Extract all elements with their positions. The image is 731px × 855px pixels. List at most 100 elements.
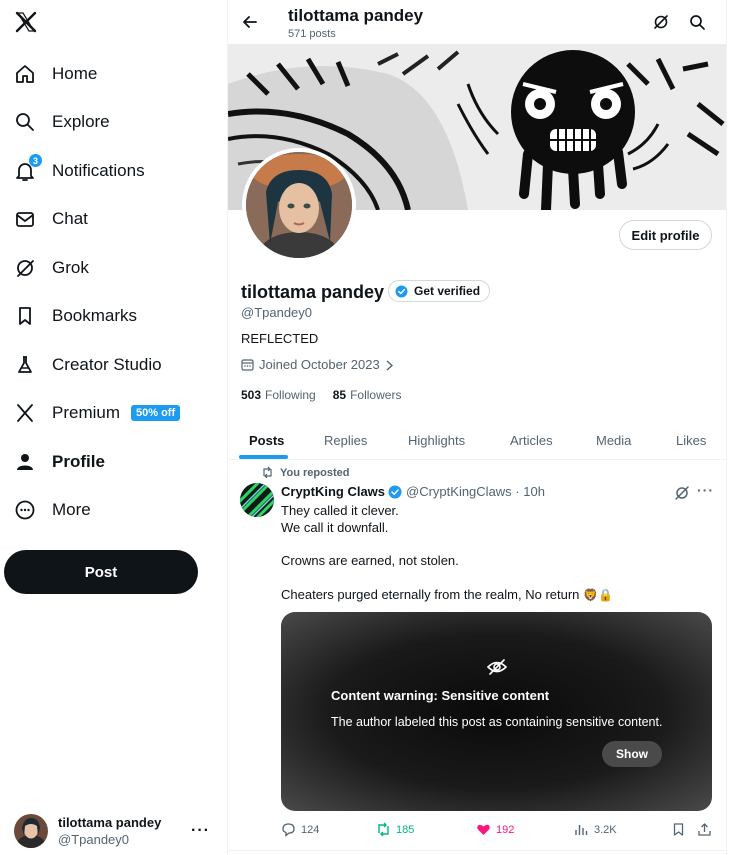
sidebar-item-label: Notifications	[52, 161, 145, 180]
sidebar-item-label: Grok	[52, 258, 89, 277]
followers-link[interactable]: 85 Followers	[333, 388, 402, 402]
sidebar-item-grok[interactable]: Grok	[14, 248, 89, 288]
divider	[228, 850, 726, 851]
reply-button[interactable]: 124	[281, 822, 319, 837]
avatar[interactable]	[240, 483, 274, 517]
flask-icon	[14, 354, 36, 376]
sidebar-item-more[interactable]: More	[14, 490, 91, 530]
post-actions: 124 185 192 3.2K	[281, 822, 721, 840]
reply-icon	[281, 822, 296, 837]
followers-label: Followers	[350, 388, 402, 402]
sidebar-item-chat[interactable]: Chat	[14, 199, 88, 239]
post-separator: ·	[511, 484, 524, 499]
profile-bio: REFLECTED	[241, 331, 319, 346]
views-button[interactable]: 3.2K	[574, 822, 617, 837]
repost-icon	[376, 822, 391, 837]
sidebar-item-label: Chat	[52, 209, 88, 228]
post-author[interactable]: CryptKing Claws	[281, 484, 385, 499]
search-icon[interactable]	[688, 13, 706, 31]
repost-label: You reposted	[280, 466, 350, 479]
grok-icon[interactable]	[674, 485, 690, 501]
bookmark-icon	[14, 305, 36, 327]
bar-chart-icon	[574, 822, 589, 837]
main-column: tilottama pandey 571 posts Edit profile …	[228, 0, 727, 855]
post-text-content: Cheaters purged eternally from the realm…	[281, 587, 580, 602]
tab-highlights[interactable]: Highlights	[408, 420, 465, 460]
views-count: 3.2K	[594, 823, 617, 836]
sidebar-item-label: Home	[52, 64, 98, 83]
avatar	[14, 814, 48, 848]
sensitive-content-card: Content warning: Sensitive content The a…	[281, 612, 712, 811]
profile-name: tilottama pandey	[241, 282, 385, 302]
like-count: 192	[496, 823, 515, 836]
get-verified-label: Get verified	[414, 284, 481, 298]
tab-posts[interactable]: Posts	[249, 420, 284, 460]
post-text-line: They called it clever.	[281, 503, 399, 518]
more-icon[interactable]: ···	[191, 822, 210, 840]
reply-count: 124	[301, 823, 320, 836]
post-button[interactable]: Post	[4, 550, 198, 594]
page-title: tilottama pandey	[288, 6, 424, 25]
profile-tabs: Posts Replies Highlights Articles Media …	[228, 420, 726, 460]
sidebar-item-profile[interactable]: Profile	[14, 442, 105, 482]
verified-badge-icon	[388, 485, 402, 499]
sidebar-item-bookmarks[interactable]: Bookmarks	[14, 296, 137, 336]
person-icon	[14, 451, 36, 473]
sidebar: Home Explore 3 Notifications Chat Grok B…	[0, 0, 228, 855]
show-button[interactable]: Show	[602, 741, 662, 767]
sensitive-title: Content warning: Sensitive content	[331, 688, 550, 703]
joined-date[interactable]: Joined October 2023	[241, 357, 394, 372]
x-logo-icon[interactable]	[14, 10, 38, 34]
post-text-line: Crowns are earned, not stolen.	[281, 553, 459, 568]
like-button[interactable]: 192	[476, 822, 514, 837]
active-tab-indicator	[239, 455, 288, 459]
discount-badge: 50% off	[131, 405, 181, 421]
following-count: 503	[241, 388, 262, 402]
account-handle: @Tpandey0	[58, 832, 130, 847]
tab-media[interactable]: Media	[596, 420, 631, 460]
following-link[interactable]: 503 Following	[241, 388, 316, 402]
account-switcher[interactable]: tilottama pandey @Tpandey0 ···	[14, 812, 214, 850]
get-verified-button[interactable]: Get verified	[388, 280, 491, 302]
lion-lock-emoji: 🦁🔒	[583, 588, 613, 602]
home-icon	[14, 63, 36, 85]
post-text-line: Cheaters purged eternally from the realm…	[281, 587, 613, 602]
tab-articles[interactable]: Articles	[510, 420, 553, 460]
bookmark-button[interactable]	[671, 822, 691, 837]
post-handle[interactable]: @CryptKingClaws	[406, 484, 512, 499]
follow-stats: 503 Following 85 Followers	[241, 388, 418, 402]
sidebar-item-label: Profile	[52, 452, 105, 471]
profile-avatar[interactable]	[242, 148, 356, 262]
sidebar-item-notifications[interactable]: 3 Notifications	[14, 151, 145, 191]
notification-count-badge: 3	[29, 154, 42, 167]
tab-replies[interactable]: Replies	[324, 420, 367, 460]
post-time[interactable]: 10h	[523, 484, 545, 499]
sidebar-item-creator-studio[interactable]: Creator Studio	[14, 345, 162, 385]
account-name: tilottama pandey	[58, 815, 162, 830]
calendar-icon	[241, 358, 254, 371]
sidebar-item-explore[interactable]: Explore	[14, 102, 110, 142]
sidebar-item-premium[interactable]: Premium 50% off	[14, 393, 181, 433]
followers-count: 85	[332, 388, 347, 402]
following-label: Following	[265, 388, 316, 402]
post-header: CryptKing Claws @CryptKingClaws · 10h	[281, 484, 545, 499]
post-count: 571 posts	[288, 28, 336, 40]
share-icon	[697, 822, 712, 837]
share-button[interactable]	[697, 822, 717, 837]
eye-off-icon	[486, 658, 508, 676]
more-icon[interactable]: ···	[697, 482, 714, 498]
joined-label: Joined October 2023	[259, 357, 380, 372]
back-arrow-icon[interactable]	[240, 12, 260, 32]
repost-button[interactable]: 185	[376, 822, 414, 837]
chevron-right-icon	[385, 359, 394, 371]
sidebar-item-label: More	[52, 500, 91, 519]
grok-icon[interactable]	[652, 13, 670, 31]
edit-profile-button[interactable]: Edit profile	[619, 220, 712, 250]
sidebar-item-label: Bookmarks	[52, 306, 138, 325]
verified-badge-icon	[395, 285, 408, 298]
profile-handle: @Tpandey0	[241, 305, 313, 320]
tab-likes[interactable]: Likes	[676, 420, 706, 460]
bookmark-icon	[671, 822, 686, 837]
sidebar-item-home[interactable]: Home	[14, 54, 97, 94]
repost-indicator: You reposted	[261, 466, 349, 479]
